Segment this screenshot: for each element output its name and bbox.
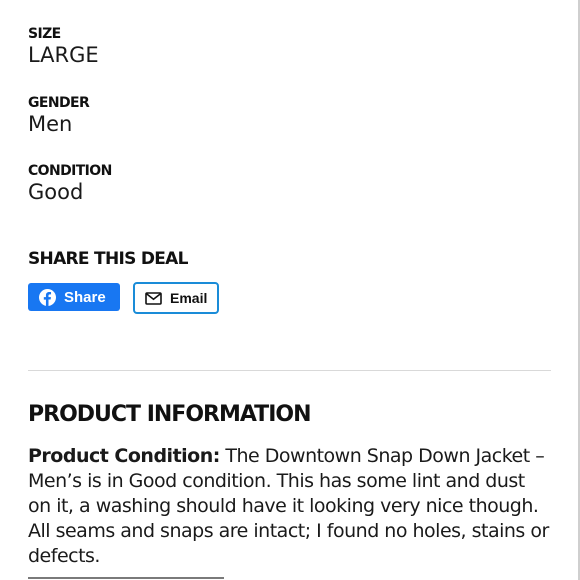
attribute-label: SIZE: [28, 26, 61, 42]
attribute-size: SIZE LARGE: [28, 26, 99, 67]
attribute-value: Men: [28, 112, 73, 136]
share-button-label: Share: [64, 288, 106, 306]
share-title: SHARE THIS DEAL: [28, 249, 188, 269]
product-information-title: PRODUCT INFORMATION: [28, 402, 311, 427]
facebook-share-button[interactable]: Share: [28, 283, 120, 311]
section-divider: [28, 370, 551, 371]
email-share-button[interactable]: Email: [133, 282, 219, 314]
product-condition-description: Product Condition: The Downtown Snap Dow…: [28, 444, 552, 569]
facebook-icon: [39, 288, 56, 306]
attribute-value: LARGE: [28, 43, 99, 67]
attribute-condition: CONDITION Good: [28, 163, 112, 204]
bottom-rule: [28, 577, 224, 579]
product-condition-lead: Product Condition:: [28, 445, 220, 467]
mail-icon: [145, 291, 162, 305]
attribute-value: Good: [28, 180, 84, 204]
attribute-gender: GENDER Men: [28, 95, 90, 136]
attribute-label: CONDITION: [28, 163, 112, 179]
attribute-label: GENDER: [28, 95, 90, 111]
email-button-label: Email: [170, 290, 208, 306]
